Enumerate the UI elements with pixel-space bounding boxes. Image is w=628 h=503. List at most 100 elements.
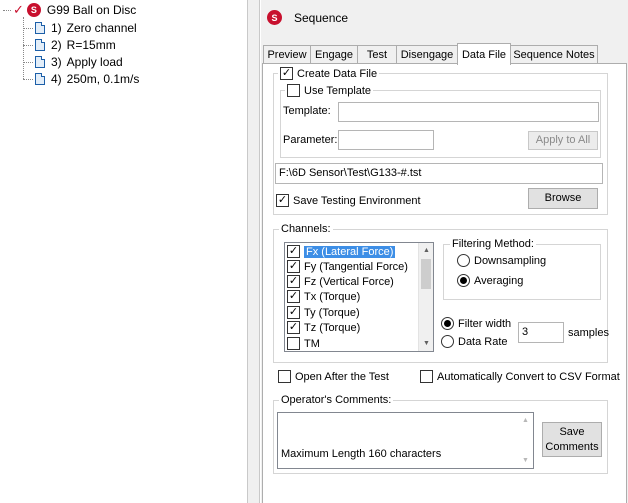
channel-label: Ty (Torque): [304, 306, 360, 319]
logo-icon: S: [267, 10, 282, 25]
data-rate-radio[interactable]: Data Rate: [441, 335, 508, 348]
template-input[interactable]: [338, 102, 599, 122]
document-icon: [35, 39, 45, 51]
panel-splitter[interactable]: [248, 0, 260, 503]
open-after-test-checkbox[interactable]: Open After the Test: [278, 370, 389, 383]
use-template-label: Use Template: [304, 84, 372, 97]
averaging-radio[interactable]: Averaging: [457, 274, 523, 287]
channels-scrollbar[interactable]: ▲ ▼: [418, 243, 433, 351]
document-icon: [35, 22, 45, 34]
panel-header: S Sequence: [267, 10, 348, 25]
step-label: R=15mm: [66, 38, 116, 52]
sequence-tree[interactable]: ✓ S G99 Ball on Disc 1) Zero channel 2) …: [0, 0, 248, 503]
channel-label: Fz (Vertical Force): [304, 275, 394, 288]
application-window: ✓ S G99 Ball on Disc 1) Zero channel 2) …: [0, 0, 628, 503]
save-comments-button[interactable]: Save Comments: [542, 422, 602, 457]
document-icon: [35, 73, 45, 85]
create-data-file-checkbox[interactable]: Create Data File: [278, 67, 380, 80]
radio-icon: [457, 274, 470, 287]
document-icon: [35, 56, 45, 68]
tree-step-2[interactable]: 2) R=15mm: [35, 37, 116, 53]
checkbox-icon[interactable]: [287, 260, 300, 273]
radio-icon: [441, 317, 454, 330]
channels-list[interactable]: Fx (Lateral Force) Fy (Tangential Force)…: [284, 242, 434, 352]
channel-label: Tx (Torque): [304, 290, 361, 303]
checkbox-icon[interactable]: [287, 290, 300, 303]
auto-convert-csv-checkbox[interactable]: Automatically Convert to CSV Format: [420, 370, 620, 383]
channel-item[interactable]: Fy (Tangential Force): [287, 259, 415, 274]
scroll-thumb[interactable]: [421, 259, 431, 289]
tree-root-node[interactable]: ✓ S G99 Ball on Disc: [3, 2, 136, 18]
logo-icon: S: [26, 3, 41, 17]
step-label: Zero channel: [66, 21, 137, 35]
tab-data-file[interactable]: Data File: [457, 43, 511, 65]
tree-root-label: G99 Ball on Disc: [46, 3, 137, 17]
tree-step-4[interactable]: 4) 250m, 0.1m/s: [35, 71, 139, 87]
samples-input[interactable]: 3: [518, 322, 564, 343]
template-label: Template:: [283, 105, 331, 117]
filter-width-radio[interactable]: Filter width: [441, 317, 511, 330]
downsampling-radio[interactable]: Downsampling: [457, 254, 546, 267]
checkbox-icon[interactable]: [287, 275, 300, 288]
browse-button[interactable]: Browse: [528, 188, 598, 209]
tab-preview[interactable]: Preview: [263, 45, 311, 64]
tab-engage[interactable]: Engage: [310, 45, 358, 64]
channel-item[interactable]: Fz (Vertical Force): [287, 274, 415, 289]
step-label: Apply load: [66, 55, 123, 69]
step-number: 2): [51, 38, 62, 52]
operators-comments-label: Operator's Comments:: [279, 394, 394, 406]
tab-test[interactable]: Test: [357, 45, 397, 64]
step-number: 3): [51, 55, 62, 69]
checkbox-icon[interactable]: [287, 337, 300, 350]
checkbox-icon: [276, 194, 289, 207]
checkmark-icon: ✓: [13, 2, 24, 17]
tab-sequence-notes[interactable]: Sequence Notes: [510, 45, 598, 64]
checkbox-icon: [287, 84, 300, 97]
checkbox-icon[interactable]: [287, 245, 300, 258]
samples-label: samples: [568, 327, 609, 339]
checkbox-icon: [280, 67, 293, 80]
averaging-label: Averaging: [474, 274, 524, 287]
scroll-up-icon[interactable]: ▲: [419, 243, 433, 258]
tree-step-3[interactable]: 3) Apply load: [35, 54, 123, 70]
checkbox-icon[interactable]: [287, 306, 300, 319]
step-number: 4): [51, 72, 62, 86]
save-environment-label: Save Testing Environment: [293, 194, 421, 207]
channel-item[interactable]: Tx (Torque): [287, 289, 415, 304]
step-number: 1): [51, 21, 62, 35]
channel-label: Fy (Tangential Force): [304, 260, 408, 273]
filter-width-label: Filter width: [458, 317, 512, 330]
channel-item[interactable]: Ty (Torque): [287, 305, 415, 320]
scroll-down-icon[interactable]: ▼: [518, 453, 533, 468]
filtering-method-label: Filtering Method:: [450, 238, 536, 250]
auto-convert-csv-label: Automatically Convert to CSV Format: [437, 370, 620, 383]
scroll-up-icon[interactable]: ▲: [518, 413, 533, 428]
comments-textarea[interactable]: Maximum Length 160 characters ▲ ▼: [277, 412, 534, 469]
checkbox-icon[interactable]: [287, 321, 300, 334]
tree-connector: [23, 45, 33, 46]
checkbox-icon: [420, 370, 433, 383]
sequence-panel: S Sequence Preview Engage Test Disengage…: [261, 0, 628, 503]
channel-item[interactable]: Tz (Torque): [287, 320, 415, 335]
comments-hint: Maximum Length 160 characters: [281, 448, 442, 460]
scroll-down-icon[interactable]: ▼: [419, 336, 433, 351]
channels-label: Channels:: [279, 223, 333, 235]
use-template-checkbox[interactable]: Use Template: [285, 84, 374, 97]
parameter-label: Parameter:: [283, 134, 338, 146]
apply-to-all-button[interactable]: Apply to All: [528, 131, 598, 150]
comments-scrollbar[interactable]: ▲ ▼: [518, 413, 533, 468]
tab-disengage[interactable]: Disengage: [396, 45, 458, 64]
tree-step-1[interactable]: 1) Zero channel: [35, 20, 137, 36]
step-label: 250m, 0.1m/s: [66, 72, 140, 86]
create-data-file-label: Create Data File: [297, 67, 378, 80]
channel-label: Tz (Torque): [304, 321, 361, 334]
open-after-test-label: Open After the Test: [295, 370, 389, 383]
filtering-method-group: [443, 244, 601, 300]
tree-connector: [23, 79, 33, 80]
channel-item[interactable]: Fx (Lateral Force): [287, 244, 415, 259]
parameter-input[interactable]: [338, 130, 434, 150]
file-path-input[interactable]: F:\6D Sensor\Test\G133-#.tst: [275, 163, 603, 184]
save-environment-checkbox[interactable]: Save Testing Environment: [276, 194, 421, 207]
panel-title: Sequence: [294, 10, 349, 25]
channel-item[interactable]: TM: [287, 336, 415, 351]
